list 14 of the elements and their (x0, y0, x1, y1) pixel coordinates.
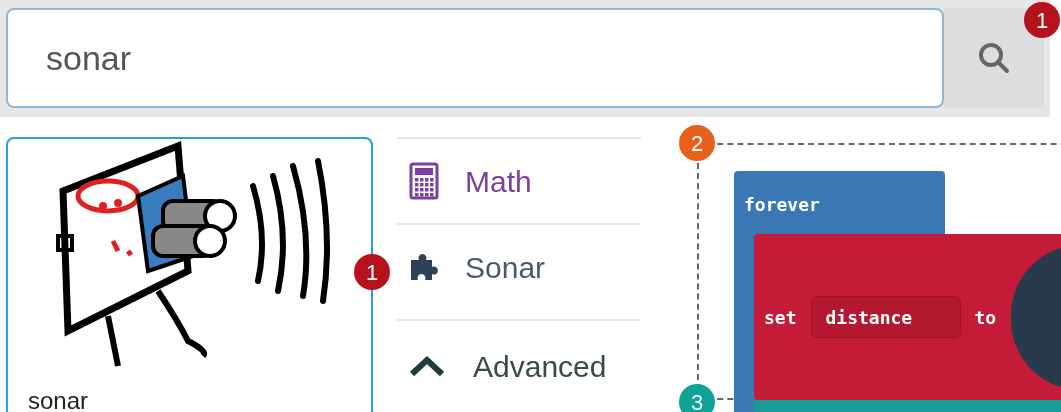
puzzle-piece-icon (409, 252, 439, 282)
category-item[interactable]: Sonar (397, 223, 641, 309)
extension-name: sonar (28, 386, 90, 412)
callout-number: 2 (679, 125, 715, 161)
callout-number: 1 (1024, 2, 1060, 38)
variable-dropdown[interactable]: distance (810, 296, 961, 338)
search-icon (977, 41, 1011, 75)
callout-number: 1 (354, 254, 390, 290)
advanced-toggle[interactable]: Advanced (397, 321, 641, 411)
search-field[interactable]: sonar (6, 8, 944, 108)
calculator-icon (409, 162, 439, 200)
category-item[interactable]: Math (397, 137, 641, 223)
callout-number: 3 (679, 384, 715, 412)
set-block: set distance to (754, 234, 1061, 400)
